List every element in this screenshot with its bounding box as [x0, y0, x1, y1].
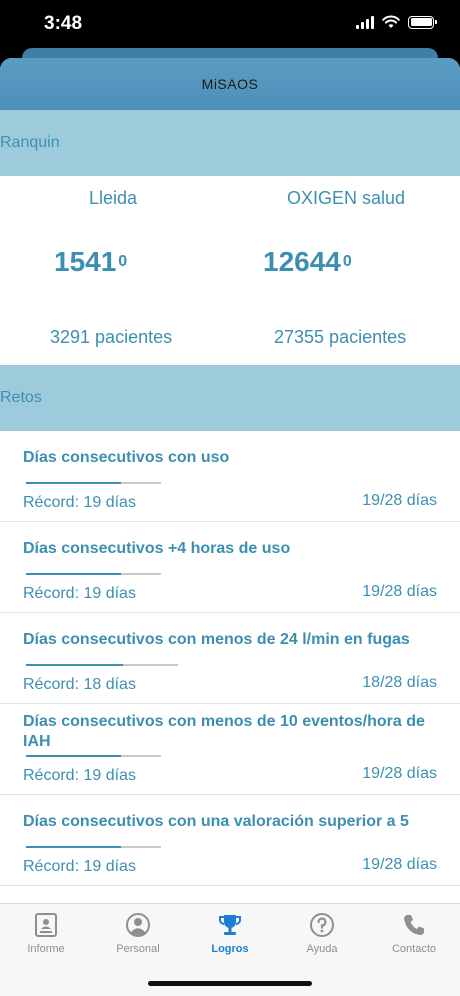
tab-personal[interactable]: Personal: [92, 912, 184, 955]
challenge-progress-fill: [26, 664, 124, 666]
challenge-title: Días consecutivos con menos de 10 evento…: [23, 713, 425, 750]
cellular-signal-icon: [356, 15, 374, 29]
ranking-section-header: Ranquin: [0, 110, 460, 176]
main-sheet: MiSAOS Ranquin Lleida 1541 0 3291 pacient…: [0, 58, 460, 996]
wifi-icon: [382, 15, 400, 28]
challenge-progress-fill: [26, 846, 121, 848]
status-time: 3:48: [44, 13, 83, 34]
challenge-count: 19/28 días: [362, 765, 437, 782]
tab-label: Contacto: [391, 943, 437, 955]
ranking-score-value-right: 12644: [263, 246, 341, 277]
challenge-record: Récord: 19 días: [23, 767, 136, 784]
challenge-progress-bar: [26, 573, 161, 575]
battery-icon: [408, 15, 437, 29]
tab-ayuda[interactable]: Ayuda: [276, 912, 368, 955]
challenge-item[interactable]: Días consecutivos con menos de 24 l/min …: [0, 613, 460, 704]
status-bar: 3:48: [0, 0, 460, 50]
tab-label: Logros: [211, 943, 249, 955]
challenge-count: 19/28 días: [362, 492, 437, 509]
status-icons: [356, 15, 437, 29]
retos-header-label: Retos: [0, 389, 42, 406]
challenge-item[interactable]: Días consecutivos con menos de 10 evento…: [0, 704, 460, 795]
challenge-count: 19/28 días: [362, 583, 437, 600]
ranking-patients-right: 27355 pacientes: [274, 327, 407, 347]
challenge-item[interactable]: Días consecutivos con una valoración sup…: [0, 795, 460, 886]
tab-label: Informe: [27, 943, 65, 955]
ranking-score-suffix-right: 0: [342, 253, 352, 270]
tab-label: Personal: [116, 943, 160, 955]
ranking-name-right: OXIGEN salud: [286, 188, 406, 208]
challenge-item[interactable]: Días consecutivos +4 horas de uso Récord…: [0, 522, 460, 613]
trophy-icon: [219, 915, 241, 935]
challenge-item[interactable]: Días consecutivos con uso Récord: 19 día…: [0, 431, 460, 522]
challenge-progress-bar: [26, 755, 161, 757]
ranking-score-right: 12644 0: [263, 246, 352, 278]
challenge-count: 19/28 días: [362, 856, 437, 873]
phone-icon: [404, 915, 424, 935]
challenge-record: Récord: 19 días: [23, 494, 136, 511]
tab-informe[interactable]: Informe: [0, 912, 92, 955]
ranking-header-label: Ranquin: [0, 134, 60, 151]
ranking-score-left: 1541 0: [54, 246, 127, 278]
tab-label: Ayuda: [306, 943, 338, 955]
home-indicator: [148, 981, 312, 986]
help-icon: [310, 913, 334, 937]
challenge-title: Días consecutivos con menos de 24 l/min …: [23, 631, 410, 648]
challenge-progress-fill: [26, 573, 121, 575]
challenge-progress-bar: [26, 846, 161, 848]
challenge-progress-bar: [26, 664, 178, 666]
challenge-progress-fill: [26, 482, 121, 484]
ranking-score-value-left: 1541: [54, 246, 117, 277]
ranking-score-suffix-left: 0: [118, 253, 128, 270]
ranking-panel: Lleida 1541 0 3291 pacientes OXIGEN salud…: [0, 176, 460, 365]
app-title: MiSAOS: [201, 76, 259, 92]
tab-contacto[interactable]: Contacto: [368, 912, 460, 955]
ranking-patients-left: 3291 pacientes: [50, 327, 173, 347]
challenge-progress-bar: [26, 482, 161, 484]
challenge-title: Días consecutivos con uso: [23, 449, 230, 466]
challenge-record: Récord: 18 días: [23, 676, 136, 693]
challenge-title: Días consecutivos con una valoración sup…: [23, 813, 409, 830]
challenge-progress-fill: [26, 755, 121, 757]
challenge-count: 18/28 días: [362, 674, 437, 691]
challenge-record: Récord: 19 días: [23, 858, 136, 875]
challenge-title: Días consecutivos +4 horas de uso: [23, 540, 291, 557]
retos-section-header: Retos: [0, 365, 460, 431]
challenge-record: Récord: 19 días: [23, 585, 136, 602]
tab-logros[interactable]: Logros: [184, 912, 276, 955]
person-icon: [126, 913, 150, 937]
challenge-list: Días consecutivos con uso Récord: 19 día…: [0, 431, 460, 886]
report-icon: [35, 913, 57, 937]
nav-bar: MiSAOS: [0, 58, 460, 110]
